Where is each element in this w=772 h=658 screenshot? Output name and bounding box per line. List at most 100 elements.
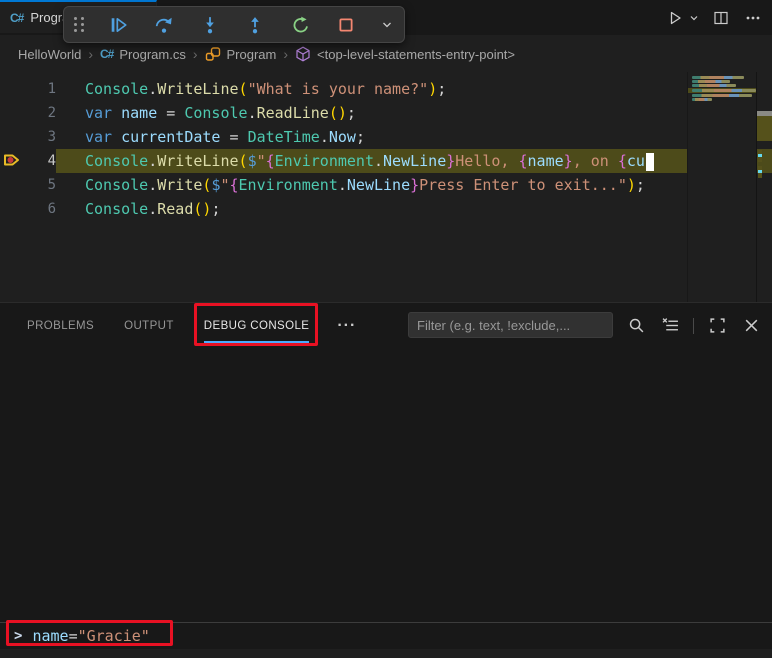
code-token: ) (428, 80, 437, 98)
console-filter-input[interactable] (408, 312, 613, 338)
code-token: () (193, 200, 211, 218)
panel-more-tabs-icon[interactable]: ··· (337, 317, 356, 335)
tab-output[interactable]: OUTPUT (124, 304, 174, 348)
code-token: name (32, 627, 68, 645)
breadcrumb-item-entry-point[interactable]: <top-level-statements-entry-point> (317, 47, 515, 62)
code-token: ( (239, 80, 248, 98)
code-token: ; (211, 200, 220, 218)
code-token: Now (329, 128, 356, 146)
code-token: NewLine (383, 152, 446, 170)
minimap-line (692, 84, 736, 87)
code-token: Console (85, 200, 148, 218)
breakpoint-gutter[interactable] (0, 101, 26, 125)
csharp-file-icon: C# (10, 11, 23, 25)
code-token: WriteLine (157, 80, 238, 98)
split-editor-icon[interactable] (710, 7, 732, 29)
code-line[interactable]: 3var currentDate = DateTime.Now; (0, 125, 772, 149)
more-actions-icon[interactable] (742, 7, 764, 29)
divider (693, 318, 694, 334)
code-text: var currentDate = DateTime.Now; (56, 125, 772, 149)
breadcrumb-item-helloworld[interactable]: HelloWorld (18, 47, 81, 62)
minimap-line (692, 76, 744, 79)
debug-current-line-breakpoint-icon[interactable] (3, 152, 21, 173)
code-token: var (85, 104, 112, 122)
code-line[interactable]: 1Console.WriteLine("What is your name?")… (0, 77, 772, 101)
code-token: . (148, 80, 157, 98)
code-token: NewLine (347, 176, 410, 194)
code-token: = (157, 104, 184, 122)
code-token: Console (85, 152, 148, 170)
code-token: = (69, 627, 78, 645)
search-icon[interactable] (625, 315, 647, 337)
code-token: cu (627, 152, 645, 170)
chevron-separator-icon: › (88, 46, 93, 62)
code-line[interactable]: 6Console.Read(); (0, 197, 772, 221)
code-line[interactable]: 5Console.Write($"{Environment.NewLine}Pr… (0, 173, 772, 197)
code-lines: 1Console.WriteLine("What is your name?")… (0, 77, 772, 221)
code-token: "What is your name?" (248, 80, 429, 98)
breakpoint-gutter[interactable] (0, 77, 26, 101)
code-token (112, 104, 121, 122)
code-token: } (410, 176, 419, 194)
line-number: 3 (26, 125, 56, 149)
code-token: " (220, 176, 229, 194)
code-token: ) (627, 176, 636, 194)
maximize-panel-icon[interactable] (706, 315, 728, 337)
debug-console-output[interactable]: Visual Studio Code, Visual Studio or Vis… (0, 650, 772, 658)
code-token: ; (437, 80, 446, 98)
code-token: WriteLine (157, 152, 238, 170)
code-token: ; (347, 104, 356, 122)
code-token: Console (85, 80, 148, 98)
code-editor[interactable]: 1Console.WriteLine("What is your name?")… (0, 72, 772, 302)
code-token: () (329, 104, 347, 122)
breakpoint-gutter[interactable] (0, 197, 26, 221)
panel-header: PROBLEMS OUTPUT DEBUG CONSOLE ··· (0, 303, 772, 348)
run-dropdown-chevron-icon[interactable] (688, 7, 700, 29)
code-token: } (564, 152, 573, 170)
line-number: 4 (26, 149, 56, 173)
code-token: Environment (275, 152, 374, 170)
code-token: Press Enter to exit... (419, 176, 618, 194)
code-token: Write (157, 176, 202, 194)
code-token: ; (356, 128, 365, 146)
debug-input-row[interactable]: > name="Gracie" (0, 622, 772, 649)
tab-problems[interactable]: PROBLEMS (27, 304, 94, 348)
overview-ruler[interactable] (756, 72, 772, 302)
step-out-button[interactable] (243, 13, 267, 37)
code-token: , on (573, 152, 618, 170)
tab-debug-console[interactable]: DEBUG CONSOLE (204, 304, 310, 348)
breakpoint-gutter[interactable] (0, 173, 26, 197)
ruler-marker (758, 150, 762, 162)
code-token: . (248, 104, 257, 122)
code-line[interactable]: 4Console.WriteLine($"{Environment.NewLin… (0, 149, 772, 173)
code-token: " (618, 176, 627, 194)
breakpoint-gutter[interactable] (0, 125, 26, 149)
code-text: Console.WriteLine($"{Environment.NewLine… (56, 149, 772, 173)
debug-dropdown-chevron-icon[interactable] (380, 13, 394, 37)
step-over-button[interactable] (152, 13, 176, 37)
code-token: " (257, 152, 266, 170)
minimap[interactable] (687, 72, 757, 302)
step-into-button[interactable] (198, 13, 222, 37)
code-token: . (148, 152, 157, 170)
breadcrumb-item-program-cs[interactable]: Program.cs (119, 47, 185, 62)
code-token: . (148, 176, 157, 194)
minimap-current-line (688, 88, 757, 93)
csharp-file-icon: C# (100, 47, 113, 61)
clear-console-icon[interactable] (659, 315, 681, 337)
run-button[interactable] (664, 7, 686, 29)
continue-button[interactable] (107, 13, 131, 37)
breadcrumb-item-program[interactable]: Program (227, 47, 277, 62)
drag-handle-icon[interactable] (74, 17, 85, 32)
code-token: { (519, 152, 528, 170)
close-panel-icon[interactable] (740, 315, 762, 337)
restart-button[interactable] (289, 13, 313, 37)
code-token: { (266, 152, 275, 170)
code-token: Console (184, 104, 247, 122)
code-token: Console (85, 176, 148, 194)
stop-button[interactable] (334, 13, 358, 37)
debug-input-text[interactable]: name="Gracie" (32, 627, 149, 645)
code-line[interactable]: 2var name = Console.ReadLine(); (0, 101, 772, 125)
code-token: currentDate (121, 128, 220, 146)
code-token: . (374, 152, 383, 170)
